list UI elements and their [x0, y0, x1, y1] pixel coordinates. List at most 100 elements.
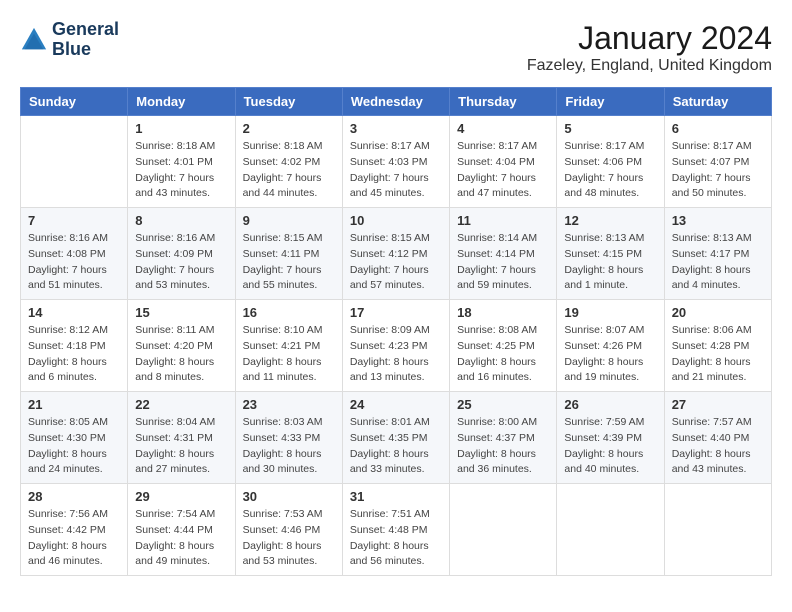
calendar-week-row: 14 Sunrise: 8:12 AMSunset: 4:18 PMDaylig… [21, 300, 772, 392]
calendar-day-cell: 24 Sunrise: 8:01 AMSunset: 4:35 PMDaylig… [342, 392, 449, 484]
day-info: Sunrise: 8:07 AMSunset: 4:26 PMDaylight:… [564, 323, 656, 386]
day-info: Sunrise: 7:53 AMSunset: 4:46 PMDaylight:… [243, 507, 335, 570]
day-number: 4 [457, 121, 549, 136]
weekday-header: Thursday [450, 88, 557, 116]
day-info: Sunrise: 8:18 AMSunset: 4:02 PMDaylight:… [243, 139, 335, 202]
calendar-day-cell: 12 Sunrise: 8:13 AMSunset: 4:15 PMDaylig… [557, 208, 664, 300]
day-info: Sunrise: 7:54 AMSunset: 4:44 PMDaylight:… [135, 507, 227, 570]
weekday-header: Sunday [21, 88, 128, 116]
calendar-day-cell: 11 Sunrise: 8:14 AMSunset: 4:14 PMDaylig… [450, 208, 557, 300]
calendar-day-cell: 2 Sunrise: 8:18 AMSunset: 4:02 PMDayligh… [235, 116, 342, 208]
day-info: Sunrise: 8:09 AMSunset: 4:23 PMDaylight:… [350, 323, 442, 386]
calendar-day-cell: 30 Sunrise: 7:53 AMSunset: 4:46 PMDaylig… [235, 484, 342, 576]
day-info: Sunrise: 8:16 AMSunset: 4:09 PMDaylight:… [135, 231, 227, 294]
calendar-day-cell: 14 Sunrise: 8:12 AMSunset: 4:18 PMDaylig… [21, 300, 128, 392]
logo-line1: General [52, 20, 119, 40]
calendar-header-row: SundayMondayTuesdayWednesdayThursdayFrid… [21, 88, 772, 116]
calendar-day-cell: 1 Sunrise: 8:18 AMSunset: 4:01 PMDayligh… [128, 116, 235, 208]
day-info: Sunrise: 8:14 AMSunset: 4:14 PMDaylight:… [457, 231, 549, 294]
logo: General Blue [20, 20, 119, 60]
day-info: Sunrise: 8:15 AMSunset: 4:11 PMDaylight:… [243, 231, 335, 294]
day-info: Sunrise: 8:04 AMSunset: 4:31 PMDaylight:… [135, 415, 227, 478]
weekday-header: Tuesday [235, 88, 342, 116]
day-number: 24 [350, 397, 442, 412]
day-info: Sunrise: 7:59 AMSunset: 4:39 PMDaylight:… [564, 415, 656, 478]
calendar-day-cell: 17 Sunrise: 8:09 AMSunset: 4:23 PMDaylig… [342, 300, 449, 392]
calendar-day-cell: 19 Sunrise: 8:07 AMSunset: 4:26 PMDaylig… [557, 300, 664, 392]
day-info: Sunrise: 8:10 AMSunset: 4:21 PMDaylight:… [243, 323, 335, 386]
calendar-week-row: 21 Sunrise: 8:05 AMSunset: 4:30 PMDaylig… [21, 392, 772, 484]
day-info: Sunrise: 8:00 AMSunset: 4:37 PMDaylight:… [457, 415, 549, 478]
day-info: Sunrise: 8:08 AMSunset: 4:25 PMDaylight:… [457, 323, 549, 386]
calendar-day-cell: 8 Sunrise: 8:16 AMSunset: 4:09 PMDayligh… [128, 208, 235, 300]
calendar-day-cell: 5 Sunrise: 8:17 AMSunset: 4:06 PMDayligh… [557, 116, 664, 208]
day-number: 13 [672, 213, 764, 228]
day-info: Sunrise: 8:06 AMSunset: 4:28 PMDaylight:… [672, 323, 764, 386]
day-number: 3 [350, 121, 442, 136]
day-number: 30 [243, 489, 335, 504]
day-info: Sunrise: 8:17 AMSunset: 4:03 PMDaylight:… [350, 139, 442, 202]
day-info: Sunrise: 8:03 AMSunset: 4:33 PMDaylight:… [243, 415, 335, 478]
day-info: Sunrise: 8:17 AMSunset: 4:06 PMDaylight:… [564, 139, 656, 202]
page-header: General Blue January 2024 Fazeley, Engla… [20, 20, 772, 75]
day-number: 29 [135, 489, 227, 504]
day-number: 26 [564, 397, 656, 412]
day-number: 11 [457, 213, 549, 228]
calendar-day-cell: 26 Sunrise: 7:59 AMSunset: 4:39 PMDaylig… [557, 392, 664, 484]
day-info: Sunrise: 8:11 AMSunset: 4:20 PMDaylight:… [135, 323, 227, 386]
day-number: 7 [28, 213, 120, 228]
calendar-day-cell: 28 Sunrise: 7:56 AMSunset: 4:42 PMDaylig… [21, 484, 128, 576]
day-number: 17 [350, 305, 442, 320]
calendar-day-cell: 20 Sunrise: 8:06 AMSunset: 4:28 PMDaylig… [664, 300, 771, 392]
month-title: January 2024 [527, 20, 772, 57]
calendar-week-row: 28 Sunrise: 7:56 AMSunset: 4:42 PMDaylig… [21, 484, 772, 576]
weekday-header: Friday [557, 88, 664, 116]
day-number: 12 [564, 213, 656, 228]
day-info: Sunrise: 8:13 AMSunset: 4:15 PMDaylight:… [564, 231, 656, 294]
day-number: 22 [135, 397, 227, 412]
day-number: 19 [564, 305, 656, 320]
day-number: 20 [672, 305, 764, 320]
day-number: 5 [564, 121, 656, 136]
calendar-day-cell: 29 Sunrise: 7:54 AMSunset: 4:44 PMDaylig… [128, 484, 235, 576]
day-number: 9 [243, 213, 335, 228]
day-info: Sunrise: 8:17 AMSunset: 4:07 PMDaylight:… [672, 139, 764, 202]
calendar-day-cell: 27 Sunrise: 7:57 AMSunset: 4:40 PMDaylig… [664, 392, 771, 484]
calendar-day-cell [21, 116, 128, 208]
day-info: Sunrise: 8:13 AMSunset: 4:17 PMDaylight:… [672, 231, 764, 294]
day-info: Sunrise: 7:57 AMSunset: 4:40 PMDaylight:… [672, 415, 764, 478]
calendar-day-cell [450, 484, 557, 576]
day-number: 6 [672, 121, 764, 136]
calendar-day-cell: 6 Sunrise: 8:17 AMSunset: 4:07 PMDayligh… [664, 116, 771, 208]
day-info: Sunrise: 8:16 AMSunset: 4:08 PMDaylight:… [28, 231, 120, 294]
calendar-day-cell: 10 Sunrise: 8:15 AMSunset: 4:12 PMDaylig… [342, 208, 449, 300]
calendar-day-cell: 25 Sunrise: 8:00 AMSunset: 4:37 PMDaylig… [450, 392, 557, 484]
day-info: Sunrise: 8:18 AMSunset: 4:01 PMDaylight:… [135, 139, 227, 202]
day-info: Sunrise: 7:56 AMSunset: 4:42 PMDaylight:… [28, 507, 120, 570]
day-info: Sunrise: 8:17 AMSunset: 4:04 PMDaylight:… [457, 139, 549, 202]
day-number: 31 [350, 489, 442, 504]
location: Fazeley, England, United Kingdom [527, 57, 772, 75]
calendar-day-cell: 23 Sunrise: 8:03 AMSunset: 4:33 PMDaylig… [235, 392, 342, 484]
day-info: Sunrise: 8:05 AMSunset: 4:30 PMDaylight:… [28, 415, 120, 478]
calendar-day-cell [664, 484, 771, 576]
calendar-week-row: 7 Sunrise: 8:16 AMSunset: 4:08 PMDayligh… [21, 208, 772, 300]
calendar-day-cell: 21 Sunrise: 8:05 AMSunset: 4:30 PMDaylig… [21, 392, 128, 484]
calendar-day-cell: 16 Sunrise: 8:10 AMSunset: 4:21 PMDaylig… [235, 300, 342, 392]
day-number: 15 [135, 305, 227, 320]
day-number: 25 [457, 397, 549, 412]
day-number: 21 [28, 397, 120, 412]
logo-icon [20, 26, 48, 54]
day-number: 23 [243, 397, 335, 412]
day-number: 28 [28, 489, 120, 504]
title-block: January 2024 Fazeley, England, United Ki… [527, 20, 772, 75]
calendar-day-cell: 7 Sunrise: 8:16 AMSunset: 4:08 PMDayligh… [21, 208, 128, 300]
calendar-day-cell: 3 Sunrise: 8:17 AMSunset: 4:03 PMDayligh… [342, 116, 449, 208]
day-info: Sunrise: 7:51 AMSunset: 4:48 PMDaylight:… [350, 507, 442, 570]
logo-line2: Blue [52, 40, 119, 60]
calendar-week-row: 1 Sunrise: 8:18 AMSunset: 4:01 PMDayligh… [21, 116, 772, 208]
weekday-header: Wednesday [342, 88, 449, 116]
calendar-day-cell: 13 Sunrise: 8:13 AMSunset: 4:17 PMDaylig… [664, 208, 771, 300]
day-number: 2 [243, 121, 335, 136]
day-number: 1 [135, 121, 227, 136]
